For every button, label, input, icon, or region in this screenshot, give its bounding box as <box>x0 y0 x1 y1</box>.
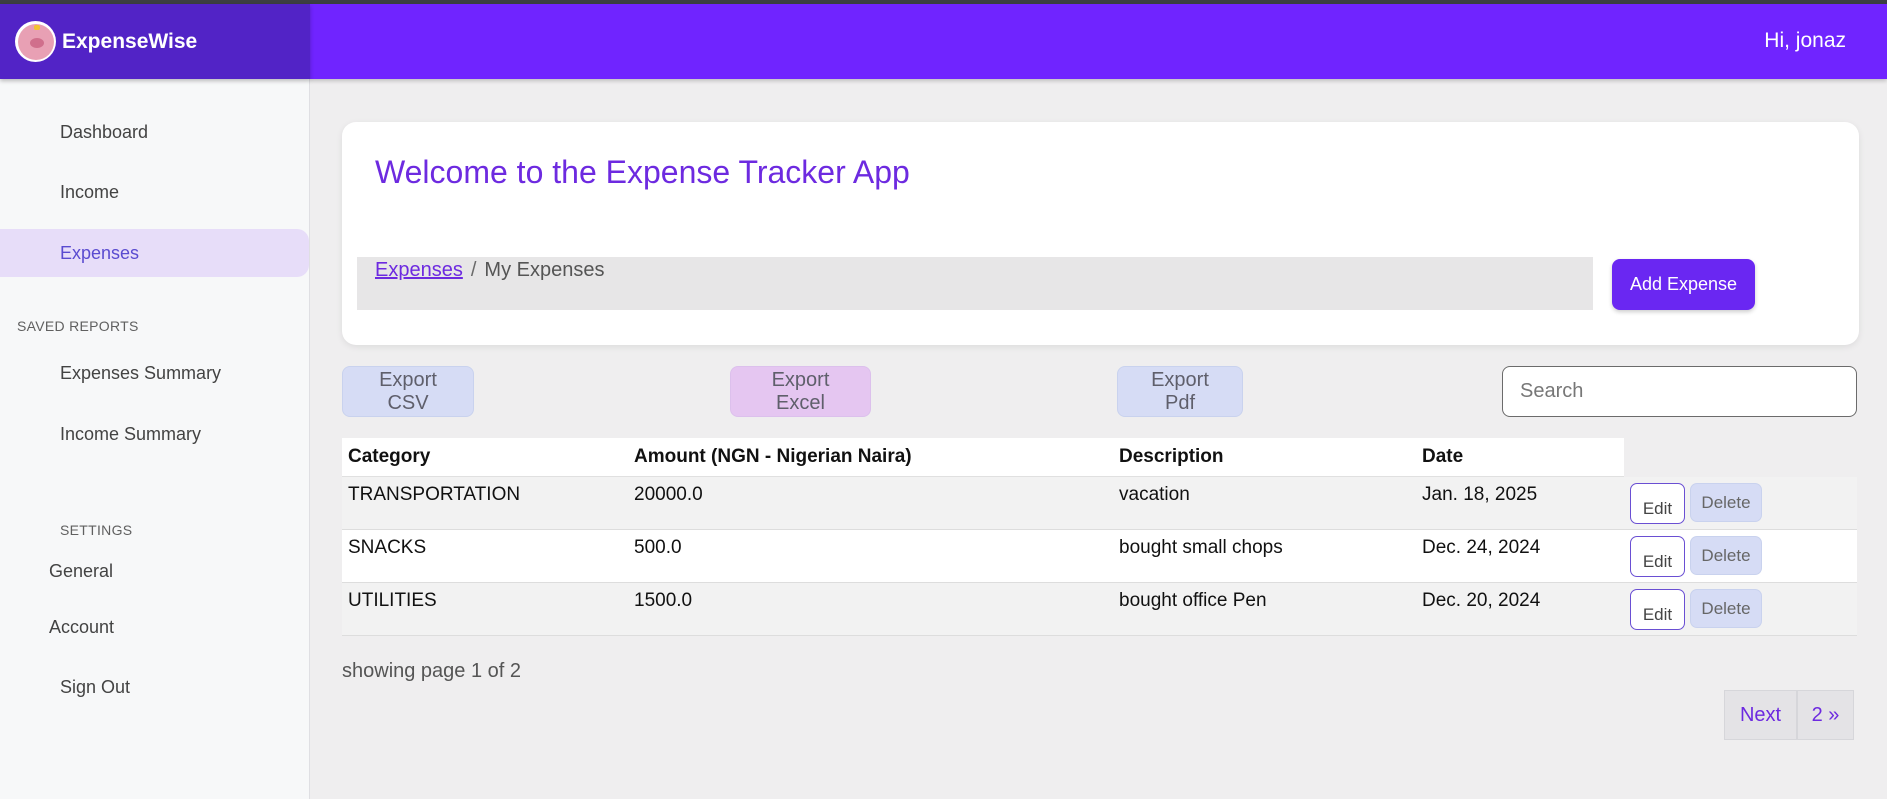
page-title: Welcome to the Expense Tracker App <box>375 154 910 190</box>
settings-heading: SETTINGS <box>60 522 133 538</box>
sidebar-item-label: Sign Out <box>60 676 131 697</box>
sidebar-item-income[interactable]: Income <box>0 168 309 216</box>
sidebar-item-sign-out[interactable]: Sign Out <box>0 663 309 711</box>
user-greeting[interactable]: Hi, jonaz <box>1764 29 1846 53</box>
breadcrumb-link-expenses[interactable]: Expenses <box>375 259 463 281</box>
brand[interactable]: ExpenseWise <box>0 4 310 79</box>
cell-description: vacation <box>1119 484 1190 505</box>
sidebar-item-income-summary[interactable]: Income Summary <box>0 410 309 458</box>
cell-date: Dec. 24, 2024 <box>1422 537 1541 558</box>
top-navbar: Hi, jonaz <box>310 4 1887 79</box>
cell-amount: 500.0 <box>634 537 682 558</box>
sidebar-item-expenses[interactable]: Expenses <box>0 229 309 277</box>
sidebar-item-expenses-summary[interactable]: Expenses Summary <box>0 349 309 397</box>
welcome-card: Welcome to the Expense Tracker App Expen… <box>342 122 1859 345</box>
table-row: SNACKS 500.0 bought small chops Dec. 24,… <box>342 530 1857 583</box>
column-header-date[interactable]: Date <box>1422 446 1463 468</box>
sidebar-item-account[interactable]: Account <box>0 603 309 651</box>
export-pdf-button[interactable]: Export Pdf <box>1117 366 1243 417</box>
delete-button[interactable]: Delete <box>1690 589 1762 628</box>
edit-button[interactable]: Edit <box>1630 536 1685 577</box>
pagination-next-link[interactable]: Next <box>1724 690 1797 740</box>
column-header-description[interactable]: Description <box>1119 446 1224 468</box>
sidebar-item-label: Expenses Summary <box>60 362 222 383</box>
delete-button[interactable]: Delete <box>1690 483 1762 522</box>
sidebar-item-label: Income <box>60 181 120 202</box>
edit-button[interactable]: Edit <box>1630 589 1685 630</box>
sidebar-item-label: General <box>49 560 114 581</box>
search-input[interactable] <box>1502 366 1857 417</box>
cell-description: bought office Pen <box>1119 590 1267 611</box>
sidebar-item-label: Account <box>49 616 115 637</box>
cell-amount: 20000.0 <box>634 484 703 505</box>
pagination-status: showing page 1 of 2 <box>342 660 522 682</box>
table-row: TRANSPORTATION 20000.0 vacation Jan. 18,… <box>342 477 1857 530</box>
export-excel-button[interactable]: Export Excel <box>730 366 871 417</box>
sidebar-item-general[interactable]: General <box>0 547 309 595</box>
sidebar-item-label: Income Summary <box>60 423 202 444</box>
column-header-amount[interactable]: Amount (NGN - Nigerian Naira) <box>634 446 912 468</box>
cell-category: TRANSPORTATION <box>348 484 521 505</box>
app-name: ExpenseWise <box>62 29 198 53</box>
cell-date: Dec. 20, 2024 <box>1422 590 1541 611</box>
breadcrumb: Expenses / My Expenses <box>357 257 1593 310</box>
cell-date: Jan. 18, 2025 <box>1422 484 1538 505</box>
delete-button[interactable]: Delete <box>1690 536 1762 575</box>
pagination-last-page-link[interactable]: 2 » <box>1797 690 1854 740</box>
cell-amount: 1500.0 <box>634 590 693 611</box>
sidebar-item-label: Dashboard <box>60 121 149 142</box>
add-expense-button[interactable]: Add Expense <box>1612 259 1755 310</box>
cell-description: bought small chops <box>1119 537 1283 558</box>
sidebar: Dashboard Income Expenses SAVED REPORTS … <box>0 79 310 799</box>
table-row: UTILITIES 1500.0 bought office Pen Dec. … <box>342 583 1857 636</box>
pagination: Next 2 » <box>1724 690 1854 740</box>
table-header: Category Amount (NGN - Nigerian Naira) D… <box>342 438 1624 477</box>
breadcrumb-current: My Expenses <box>484 259 605 281</box>
cell-category: SNACKS <box>348 537 427 558</box>
sidebar-item-dashboard[interactable]: Dashboard <box>0 108 309 156</box>
breadcrumb-separator: / <box>470 259 477 281</box>
edit-button[interactable]: Edit <box>1630 483 1685 524</box>
piggy-bank-logo <box>15 21 56 62</box>
saved-reports-heading: SAVED REPORTS <box>17 318 139 334</box>
cell-category: UTILITIES <box>348 590 437 611</box>
sidebar-item-label: Expenses <box>60 242 140 263</box>
column-header-category[interactable]: Category <box>348 446 430 468</box>
export-csv-button[interactable]: Export CSV <box>342 366 474 417</box>
